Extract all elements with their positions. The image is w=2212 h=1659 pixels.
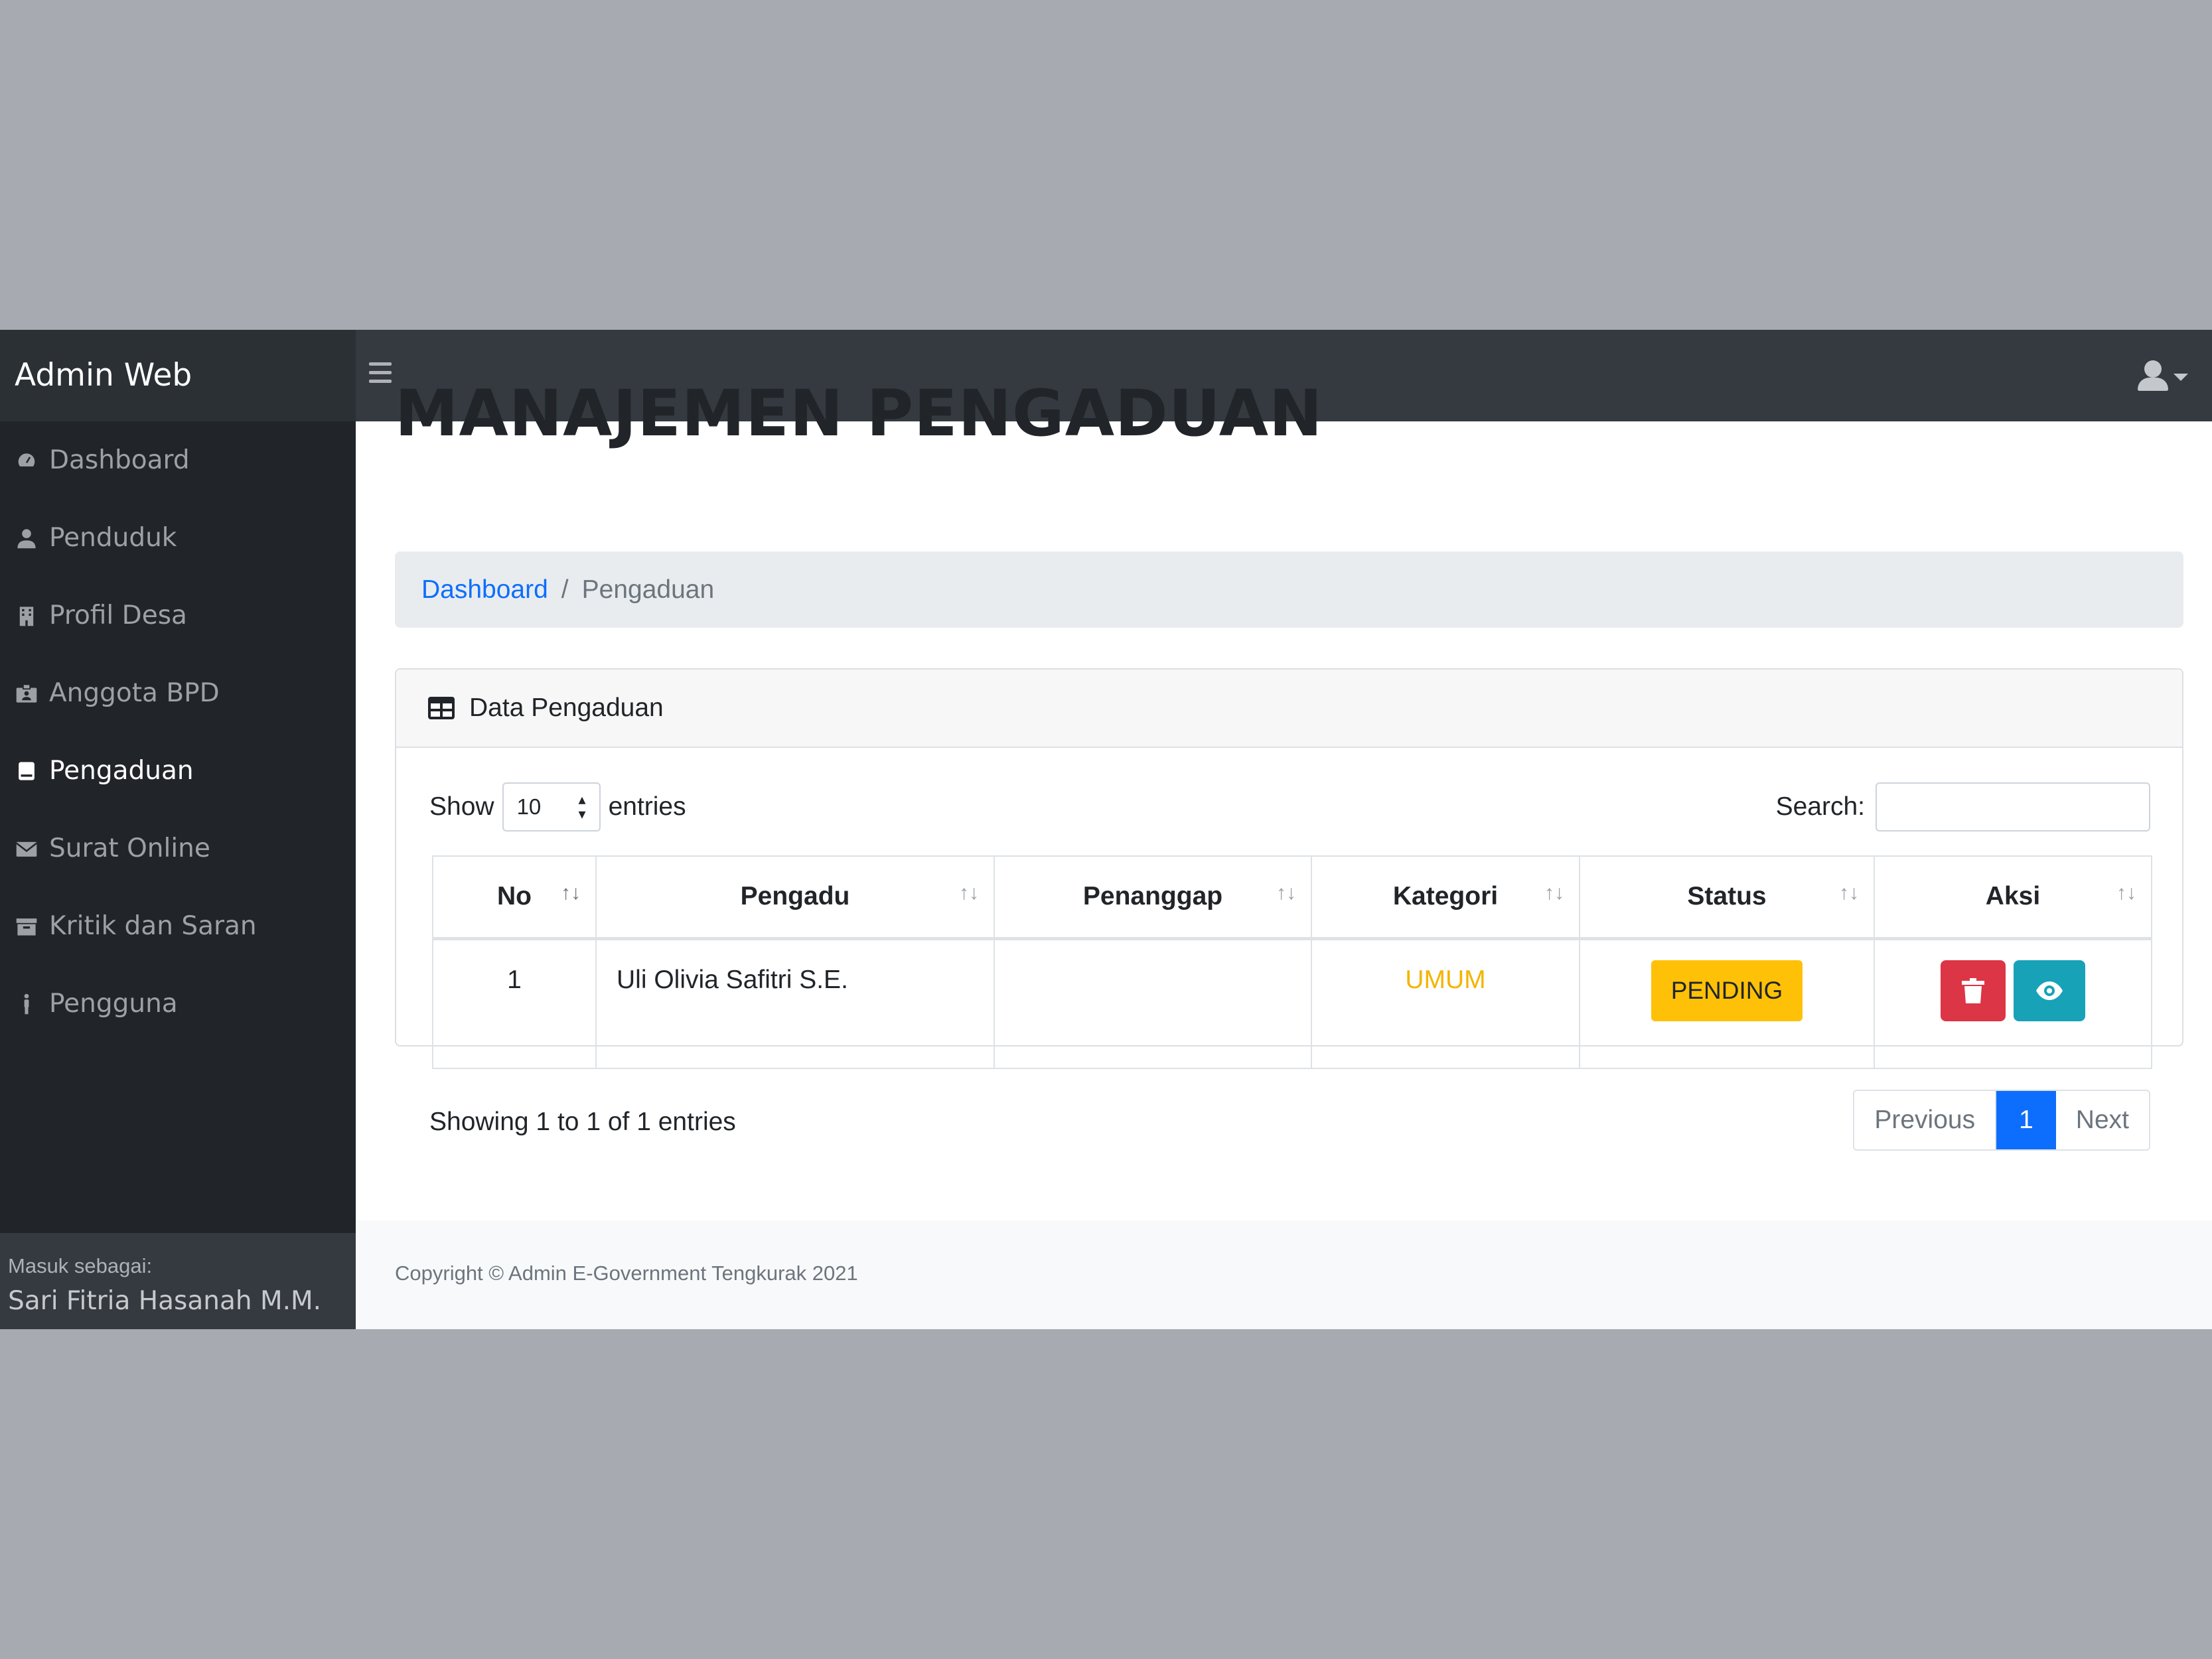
sidebar-item-profil-desa[interactable]: Profil Desa	[0, 577, 356, 654]
status-badge: PENDING	[1651, 960, 1803, 1021]
column-header-status[interactable]: Status ↑↓	[1579, 855, 1875, 940]
table-info: Showing 1 to 1 of 1 entries	[429, 1108, 736, 1136]
sidebar-item-penduduk[interactable]: Penduduk	[0, 499, 356, 577]
sidebar-item-dashboard[interactable]: Dashboard	[0, 421, 356, 499]
sidebar: Dashboard Penduduk Profil Desa Anggota B…	[0, 421, 356, 1329]
envelope-icon	[13, 835, 40, 862]
column-header-pengadu[interactable]: Pengadu ↑↓	[595, 855, 995, 940]
breadcrumb-dashboard-link[interactable]: Dashboard	[421, 575, 548, 605]
cell-no: 1	[432, 938, 597, 1069]
app-window: Admin Web Dashboard Penduduk Profil Desa…	[0, 330, 2212, 1329]
sort-icon: ↑↓	[2116, 882, 2136, 904]
previous-page-button[interactable]: Previous	[1854, 1091, 1997, 1149]
card-header: Data Pengaduan	[396, 670, 2182, 748]
search-label: Search:	[1775, 792, 1865, 821]
data-card: Data Pengaduan Show 10 ▴ ▾ entries Search…	[395, 668, 2183, 1151]
breadcrumb-current: Pengaduan	[581, 575, 715, 604]
table-header-row: No ↑↓ Pengadu ↑↓ Penanggap ↑↓ Kategori ↑↓ St…	[432, 855, 2152, 940]
sidebar-item-anggota-bpd[interactable]: Anggota BPD	[0, 654, 356, 732]
logged-in-info: Masuk sebagai: Sari Fitria Hasanah M.M.	[0, 1233, 356, 1329]
tachometer-icon	[13, 447, 40, 474]
breadcrumb-separator: /	[561, 575, 569, 604]
sort-icon: ↑↓	[1839, 882, 1859, 904]
sort-icon: ↑↓	[1544, 882, 1564, 904]
column-header-no[interactable]: No ↑↓	[432, 855, 597, 940]
table-row: 1 Uli Olivia Safitri S.E. UMUM PENDING	[432, 938, 2152, 1069]
book-icon	[13, 758, 40, 784]
user-icon	[13, 525, 40, 551]
column-header-penanggap[interactable]: Penanggap ↑↓	[994, 855, 1312, 940]
card-title: Data Pengaduan	[469, 693, 664, 722]
next-page-button[interactable]: Next	[2056, 1091, 2149, 1149]
breadcrumb: Dashboard / Pengaduan	[395, 551, 2183, 628]
table-icon	[428, 697, 455, 719]
entries-length-control: Show 10 ▴ ▾ entries	[429, 782, 686, 831]
trash-icon	[1962, 977, 1984, 1003]
id-badge-icon	[13, 680, 40, 707]
sort-icon: ↑↓	[959, 882, 979, 904]
male-icon	[13, 991, 40, 1017]
column-header-aksi[interactable]: Aksi ↑↓	[1874, 855, 2152, 940]
page-1-button[interactable]: 1	[1996, 1091, 2056, 1149]
brand-logo[interactable]: Admin Web	[0, 330, 356, 421]
eye-icon	[2036, 981, 2063, 1000]
copyright-text: Copyright © Admin E-Government Tengkurak…	[395, 1262, 858, 1285]
entries-select[interactable]: 10 ▴ ▾	[502, 782, 601, 831]
logged-in-user: Sari Fitria Hasanah M.M.	[8, 1286, 322, 1316]
sort-icon: ↑↓	[1276, 882, 1296, 904]
cell-aksi	[1874, 938, 2152, 1069]
cell-kategori: UMUM	[1311, 938, 1580, 1069]
pengaduan-table: No ↑↓ Pengadu ↑↓ Penanggap ↑↓ Kategori ↑↓ St…	[432, 855, 2152, 1069]
search-input[interactable]	[1876, 782, 2150, 831]
building-icon	[13, 603, 40, 629]
pagination: Previous 1 Next	[1853, 1090, 2150, 1151]
page-title: MANAJEMEN PENGADUAN	[395, 376, 1323, 451]
caret-down-icon	[2174, 374, 2188, 381]
sidebar-item-surat-online[interactable]: Surat Online	[0, 810, 356, 887]
user-menu-button[interactable]	[2135, 360, 2188, 391]
delete-button[interactable]	[1941, 960, 2006, 1021]
user-icon	[2144, 360, 2162, 378]
cell-pengadu: Uli Olivia Safitri S.E.	[595, 938, 995, 1069]
page-footer: Copyright © Admin E-Government Tengkurak…	[356, 1220, 2212, 1329]
logged-in-label: Masuk sebagai:	[8, 1254, 153, 1277]
cell-penanggap	[994, 938, 1312, 1069]
archive-icon	[13, 913, 40, 940]
search-control: Search:	[1776, 782, 2150, 831]
sidebar-toggle-icon[interactable]	[369, 362, 392, 389]
column-header-kategori[interactable]: Kategori ↑↓	[1311, 855, 1580, 940]
sidebar-item-pengguna[interactable]: Pengguna	[0, 965, 356, 1043]
sort-icon: ↑↓	[561, 882, 581, 904]
sidebar-item-kritik-dan-saran[interactable]: Kritik dan Saran	[0, 887, 356, 965]
sidebar-item-pengaduan[interactable]: Pengaduan	[0, 732, 356, 810]
sort-updown-icon: ▴ ▾	[578, 791, 586, 822]
view-button[interactable]	[2014, 960, 2085, 1021]
